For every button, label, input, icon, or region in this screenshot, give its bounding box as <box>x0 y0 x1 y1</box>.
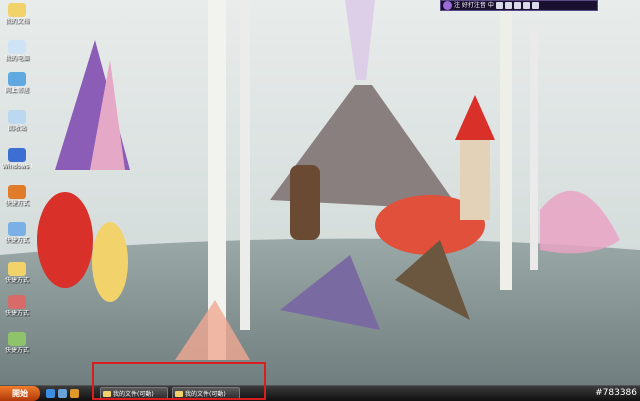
desktop-icon-shortcut-4[interactable]: 快捷方式 <box>2 295 32 317</box>
desktop-wallpaper <box>0 0 640 400</box>
highlight-box <box>92 362 266 400</box>
system-tray: #783386 <box>595 388 637 398</box>
shortcut-icon <box>8 332 26 346</box>
ime-toolbar[interactable]: 注 好打注音 中 <box>440 0 598 11</box>
desktop-icon-network[interactable]: 网上邻居 <box>2 72 32 94</box>
quicklaunch-ie-icon[interactable] <box>46 389 55 398</box>
quicklaunch-media-icon[interactable] <box>70 389 79 398</box>
ime-logo-icon <box>443 1 452 10</box>
ime-keyboard-icon[interactable] <box>513 2 521 9</box>
ime-help-icon[interactable] <box>531 2 539 9</box>
desktop-icon-my-documents[interactable]: 我的文档 <box>2 3 32 25</box>
recycle-bin-icon <box>8 110 26 124</box>
desktop-icon-recycle-bin[interactable]: 回收站 <box>2 110 32 132</box>
desktop-icon-my-computer[interactable]: 我的电脑 <box>2 40 32 62</box>
ime-label: 注 好打注音 <box>454 2 486 9</box>
desktop-icon-media-player[interactable]: Windows Media Player <box>2 148 32 170</box>
desktop-icon-shortcut-5[interactable]: 快捷方式 <box>2 332 32 354</box>
quicklaunch-desktop-icon[interactable] <box>58 389 67 398</box>
shortcut-icon <box>8 295 26 309</box>
desktop-icon-shortcut-1[interactable]: 快捷方式 <box>2 185 32 207</box>
desktop-icon-shortcut-2[interactable]: 快捷方式 <box>2 222 32 244</box>
media-player-icon <box>8 148 26 162</box>
shortcut-icon <box>8 185 26 199</box>
ime-settings-icon[interactable] <box>522 2 530 9</box>
ime-mode[interactable]: 中 <box>488 1 494 10</box>
shortcut-icon <box>8 222 26 236</box>
folder-icon <box>8 3 26 17</box>
shortcut-icon <box>8 262 26 276</box>
ime-fullwidth-icon[interactable] <box>504 2 512 9</box>
start-button[interactable]: 開始 <box>0 386 40 401</box>
computer-icon <box>8 40 26 54</box>
network-icon <box>8 72 26 86</box>
ime-punctuation-icon[interactable] <box>495 2 503 9</box>
desktop-icon-shortcut-3[interactable]: 快捷方式 <box>2 262 32 284</box>
